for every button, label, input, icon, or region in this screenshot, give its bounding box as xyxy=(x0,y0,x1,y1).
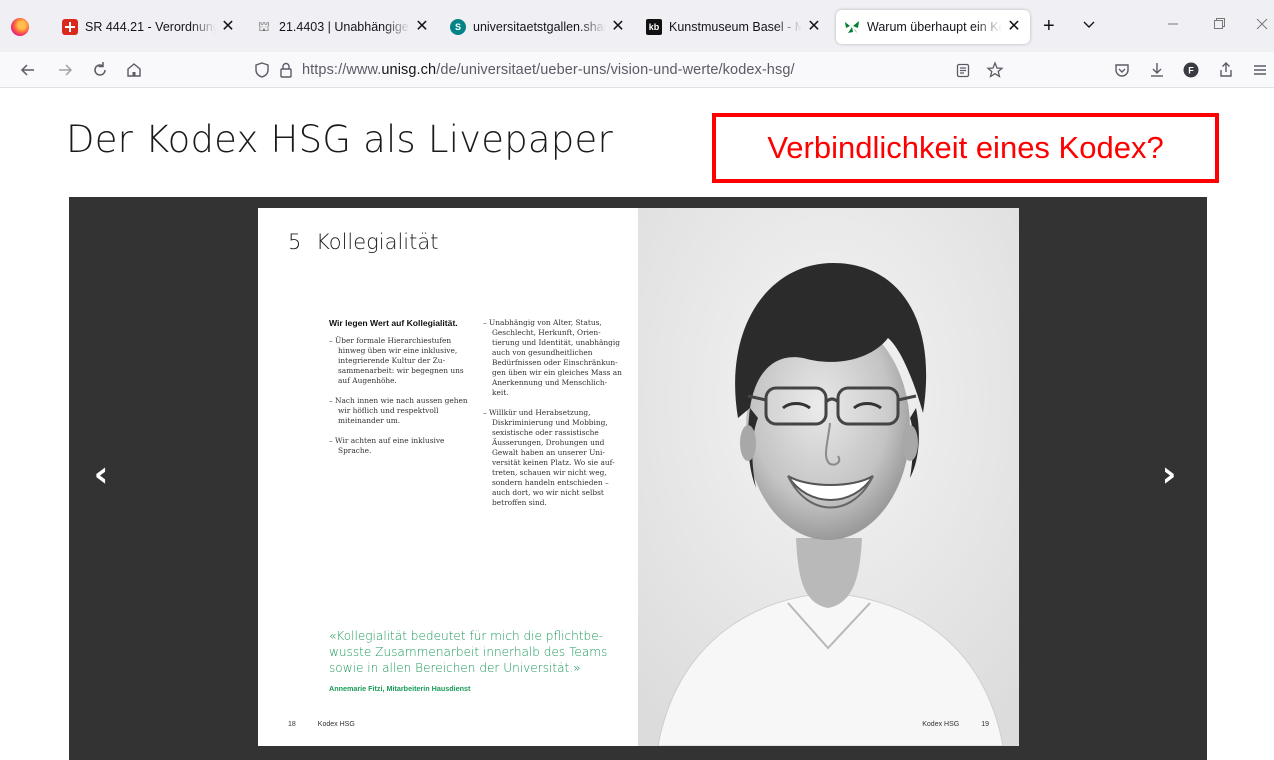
back-icon[interactable] xyxy=(18,60,38,80)
kunstmuseum-icon: kb xyxy=(646,19,662,35)
next-page-icon[interactable]: › xyxy=(1154,455,1184,495)
tab-strip: SR 444.21 - Verordnung über ✕ ⛫ 21.4403 … xyxy=(0,0,1274,52)
left-page: 5 Kollegialität Wir legen Wert auf Kolleg… xyxy=(258,208,638,746)
share-icon[interactable] xyxy=(1216,60,1236,80)
list-item: – Willkür und Herabsetzung, Diskriminier… xyxy=(483,408,615,507)
pocket-icon[interactable] xyxy=(1112,60,1132,80)
running-title: Kodex HSG xyxy=(922,721,960,728)
tab-title: 21.4403 | Unabhängige Kom xyxy=(279,20,410,34)
url-text[interactable]: https://www.unisg.ch/de/universitaet/ueb… xyxy=(302,62,795,78)
tab-sharepoint[interactable]: S universitaetstgallen.sharep ✕ xyxy=(442,12,634,42)
lock-icon[interactable] xyxy=(276,60,296,80)
portrait-photo xyxy=(638,208,1019,746)
minimize-icon[interactable] xyxy=(1163,14,1183,34)
chapter-number: 5 xyxy=(288,230,302,254)
list-all-tabs-icon[interactable] xyxy=(1081,16,1097,32)
right-page-footer: Kodex HSG 19 xyxy=(922,721,989,728)
close-window-icon[interactable] xyxy=(1252,14,1272,34)
downloads-icon[interactable] xyxy=(1147,60,1167,80)
pull-quote: «Kollegialität bedeutet für mich die pfl… xyxy=(329,629,608,675)
reload-icon[interactable] xyxy=(90,60,110,80)
text-column-1: Wir legen Wert auf Kollegialität. – Über… xyxy=(329,318,469,466)
running-title: Kodex HSG xyxy=(317,721,355,728)
tab-kunstmuseum[interactable]: kb Kunstmuseum Basel - Mei ✕ xyxy=(638,12,830,42)
svg-text:F: F xyxy=(1188,66,1194,76)
callout-box: Verbindlichkeit eines Kodex? xyxy=(712,113,1219,183)
home-icon[interactable] xyxy=(124,60,144,80)
page-number: 18 xyxy=(288,721,296,728)
tab-title: Warum überhaupt ein Kodex xyxy=(867,20,1002,34)
close-tab-icon[interactable]: ✕ xyxy=(1006,19,1022,35)
list-item: – Über formale Hierarchiestufen hinweg ü… xyxy=(329,336,464,385)
tab-21-4403[interactable]: ⛫ 21.4403 | Unabhängige Kom ✕ xyxy=(248,12,438,42)
livepaper-viewer: ‹ › 5 Kollegialität Wir legen Wert auf Ko… xyxy=(69,197,1207,760)
tab-sr-444[interactable]: SR 444.21 - Verordnung über ✕ xyxy=(54,12,244,42)
close-tab-icon[interactable]: ✕ xyxy=(414,19,430,35)
tab-title: SR 444.21 - Verordnung über xyxy=(85,20,216,34)
sharepoint-icon: S xyxy=(450,19,466,35)
bookmark-star-icon[interactable] xyxy=(985,60,1005,80)
swiss-cross-icon xyxy=(62,19,78,35)
chapter-heading: 5 Kollegialität xyxy=(288,230,438,254)
court-building-icon: ⛫ xyxy=(258,19,270,34)
close-tab-icon[interactable]: ✕ xyxy=(806,19,822,35)
tab-title: universitaetstgallen.sharep xyxy=(473,20,606,34)
tab-title: Kunstmuseum Basel - Mei xyxy=(669,20,802,34)
page-title: Der Kodex HSG als Livepaper xyxy=(66,118,613,161)
page-number: 19 xyxy=(981,721,989,728)
reader-view-icon[interactable] xyxy=(953,60,973,80)
left-page-footer: 18 Kodex HSG xyxy=(288,721,377,728)
close-tab-icon[interactable]: ✕ xyxy=(220,19,236,35)
close-tab-icon[interactable]: ✕ xyxy=(610,19,626,35)
url-bar[interactable]: https://www.unisg.ch/de/universitaet/ueb… xyxy=(252,56,1008,84)
chapter-title: Kollegialität xyxy=(316,230,439,254)
page-spread: 5 Kollegialität Wir legen Wert auf Kolleg… xyxy=(258,208,1019,746)
firefox-logo-icon[interactable] xyxy=(11,18,29,36)
list-item: – Unabhängig von Alter, Status, Geschlec… xyxy=(483,318,622,397)
list-item: – Wir achten auf eine inklusive Sprache. xyxy=(329,436,445,455)
right-page: Kodex HSG 19 xyxy=(638,208,1019,746)
hsg-logo-icon xyxy=(844,19,860,35)
new-tab-button[interactable]: + xyxy=(1043,16,1055,36)
navigation-toolbar: https://www.unisg.ch/de/universitaet/ueb… xyxy=(0,52,1274,88)
text-column-2: – Unabhängig von Alter, Status, Geschlec… xyxy=(483,318,623,518)
forward-icon[interactable] xyxy=(55,60,75,80)
previous-page-icon[interactable]: ‹ xyxy=(86,455,116,495)
quote-author: Annemarie Fitzi, Mitarbeiterin Hausdiens… xyxy=(329,684,471,693)
lead-sentence: Wir legen Wert auf Kollegialität. xyxy=(329,318,458,328)
tab-kodex-active[interactable]: Warum überhaupt ein Kodex ✕ xyxy=(836,10,1030,44)
restore-icon[interactable] xyxy=(1209,14,1229,34)
list-item: – Nach innen wie nach aussen gehen wir h… xyxy=(329,396,468,425)
tracking-protection-shield-icon[interactable] xyxy=(252,60,272,80)
app-menu-icon[interactable] xyxy=(1250,60,1270,80)
account-avatar-icon[interactable]: F xyxy=(1181,60,1201,80)
